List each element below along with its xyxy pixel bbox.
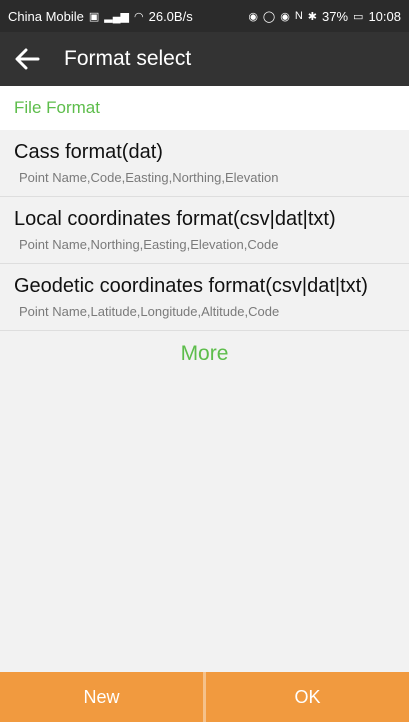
format-item-geodetic[interactable]: Geodetic coordinates format(csv|dat|txt)… bbox=[0, 264, 409, 331]
more-button[interactable]: More bbox=[0, 331, 409, 377]
format-item-local[interactable]: Local coordinates format(csv|dat|txt) Po… bbox=[0, 197, 409, 264]
carrier-label: China Mobile bbox=[8, 8, 84, 24]
signal-icon: ▂▄▆ bbox=[104, 10, 129, 23]
battery-icon: ▭ bbox=[353, 10, 364, 23]
section-title: File Format bbox=[14, 98, 100, 117]
bluetooth-icon: ✱ bbox=[307, 10, 318, 23]
clock: 10:08 bbox=[368, 8, 401, 24]
chat-icon: ◯ bbox=[262, 10, 276, 23]
battery-percent: 37% bbox=[322, 8, 349, 24]
format-title: Geodetic coordinates format(csv|dat|txt) bbox=[14, 275, 368, 297]
format-title: Local coordinates format(csv|dat|txt) bbox=[14, 208, 336, 230]
network-speed: 26.0B/s bbox=[148, 8, 193, 24]
format-fields: Point Name,Latitude,Longitude,Altitude,C… bbox=[19, 304, 280, 319]
wifi-icon: ◠ bbox=[134, 10, 144, 23]
toolbar: Format select bbox=[0, 32, 409, 86]
nfc-icon: N bbox=[294, 10, 303, 22]
arrow-left-icon bbox=[15, 48, 40, 70]
format-item-cass[interactable]: Cass format(dat) Point Name,Code,Easting… bbox=[0, 130, 409, 197]
section-header: File Format bbox=[0, 86, 409, 130]
format-title: Cass format(dat) bbox=[14, 141, 163, 163]
format-fields: Point Name,Northing,Easting,Elevation,Co… bbox=[19, 237, 279, 252]
eye-icon: ◉ bbox=[280, 10, 290, 23]
status-bar: China Mobile ▣ ▂▄▆ ◠ 26.0B/s ◉ ◯ ◉ N ✱ 3… bbox=[0, 0, 409, 32]
hd-icon: ▣ bbox=[88, 10, 100, 23]
new-button[interactable]: New bbox=[0, 672, 203, 722]
footer-buttons: New OK bbox=[0, 672, 409, 722]
format-list: Cass format(dat) Point Name,Code,Easting… bbox=[0, 130, 409, 377]
back-button[interactable] bbox=[14, 39, 54, 79]
format-fields: Point Name,Code,Easting,Northing,Elevati… bbox=[19, 170, 279, 185]
page-title: Format select bbox=[64, 47, 192, 70]
ok-button[interactable]: OK bbox=[206, 672, 409, 722]
location-icon: ◉ bbox=[248, 10, 258, 23]
